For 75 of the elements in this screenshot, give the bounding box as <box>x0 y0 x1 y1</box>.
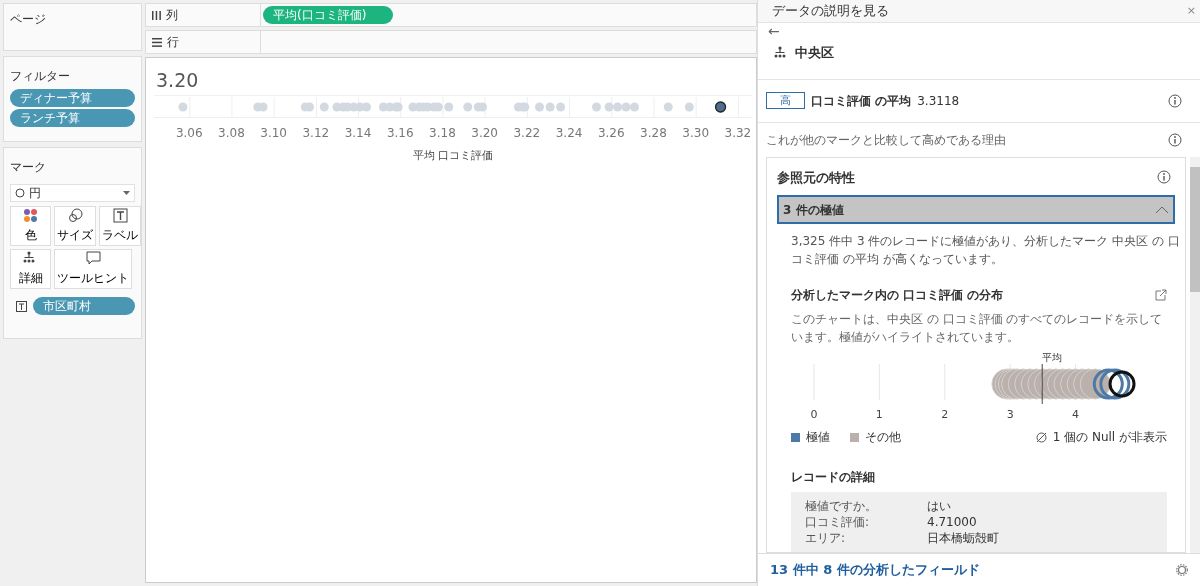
axis-tick-label: 3.08 <box>218 125 245 140</box>
mark-card-button[interactable]: 詳細 <box>10 249 51 289</box>
text-label-icon <box>112 208 128 223</box>
info-icon[interactable] <box>1157 170 1171 185</box>
reason-heading: これが他のマークと比較して高めである理由 <box>766 131 1006 149</box>
legend-label: 極値 <box>806 429 830 447</box>
field-value: 日本橋蛎殻町 <box>927 530 999 547</box>
mark-card-button[interactable]: ツールヒント <box>54 249 132 289</box>
rows-icon <box>152 37 162 47</box>
accordion-header[interactable]: 3 件の極値 <box>777 195 1175 225</box>
axis-tick-label: 3.20 <box>471 125 498 140</box>
panel-title: フィルター <box>10 68 71 85</box>
axis-tick-label: 3.14 <box>344 125 372 140</box>
axis-tick-label: 3.16 <box>386 125 414 140</box>
mean-line <box>1041 363 1043 405</box>
scrollbar[interactable] <box>1190 156 1200 554</box>
field-value: はい <box>927 498 951 515</box>
analyzed-fields-link[interactable]: 13 件中 8 件の分析したフィールド <box>770 560 980 580</box>
mean-label: 平均 <box>1042 352 1063 364</box>
field-name: 口コミ評価: <box>805 514 871 531</box>
panel-title: ページ <box>10 11 47 28</box>
panel-title: マーク <box>10 159 47 176</box>
level-badge: 高 <box>766 92 805 110</box>
shelf-label: 行 <box>167 34 179 51</box>
axis-tick-label: 3.24 <box>555 125 583 140</box>
columns-icon <box>152 10 161 20</box>
measure-label: 口コミ評価 の平均 <box>811 92 912 110</box>
circle-icon <box>15 188 25 198</box>
axis-tick-label: 2 <box>941 408 949 422</box>
export-icon[interactable] <box>1155 289 1167 302</box>
back-button[interactable]: ← <box>768 23 784 40</box>
legend-label: その他 <box>865 429 901 447</box>
axis-tick-label: 3.22 <box>513 125 541 140</box>
axis-tick-label: 3 <box>1006 408 1014 422</box>
mark-card-button[interactable]: ラベル <box>99 206 141 246</box>
caret-icon <box>123 191 130 195</box>
color-dots-icon <box>23 208 38 223</box>
axis-tick-label: 3.06 <box>175 125 203 140</box>
section-title: 参照元の特性 <box>777 168 855 187</box>
text-label-icon <box>16 300 27 312</box>
settings-icon[interactable] <box>1176 564 1188 577</box>
axis-tick-label: 1 <box>875 408 883 422</box>
axis-tick-label: 3.26 <box>597 125 625 140</box>
speech-bubble-icon <box>85 251 101 266</box>
description-text: 3,325 件中 3 件のレコードに極値があり、分析したマーク 中央区 の 口コミ評価 の平均 が高くなっています。 <box>791 233 1181 269</box>
mark-name: 中央区 <box>795 43 834 62</box>
shelf-label: 列 <box>166 7 178 24</box>
details-title: レコードの詳細 <box>791 469 876 487</box>
size-circles-icon <box>67 208 83 223</box>
chart-title: 分析したマーク内の 口コミ評価 の分布 <box>791 287 1004 305</box>
mark-card-button[interactable]: サイズ <box>54 206 96 246</box>
axis-tick-label: 3.32 <box>724 125 752 140</box>
axis-title: 平均 口コミ評価 <box>412 148 494 162</box>
view-header: 3.20 <box>156 68 200 93</box>
null-note: 1 個の Null が非表示 <box>1052 429 1167 447</box>
info-icon[interactable] <box>1168 132 1182 147</box>
axis-tick-label: 4 <box>1072 408 1080 422</box>
hierarchy-icon <box>774 46 786 59</box>
axis-tick-label: 3.10 <box>260 125 287 140</box>
field-name: エリア: <box>805 530 847 547</box>
mark-type-dropdown[interactable]: 円 <box>10 184 135 202</box>
chart-caption: このチャートは、中央区 の 口コミ評価 のすべてのレコードを示しています。極値がハイライトされています。 <box>791 311 1164 347</box>
axis-tick-label: 3.18 <box>429 125 456 140</box>
axis-tick-label: 3.30 <box>682 125 709 140</box>
null-icon <box>1035 431 1047 443</box>
mark-card-button[interactable]: 色 <box>10 206 51 246</box>
chevron-icon <box>1155 205 1169 214</box>
panel-title: データの説明を見る <box>772 2 889 21</box>
measure-value: 3.3118 <box>917 92 961 110</box>
axis-tick-label: 3.12 <box>302 125 330 140</box>
axis-tick-label: 0 <box>810 408 818 422</box>
field-name: 極値ですか。 <box>805 498 878 515</box>
info-icon[interactable] <box>1168 93 1182 108</box>
axis-tick-label: 3.28 <box>640 125 667 140</box>
field-value: 4.71000 <box>927 514 977 531</box>
